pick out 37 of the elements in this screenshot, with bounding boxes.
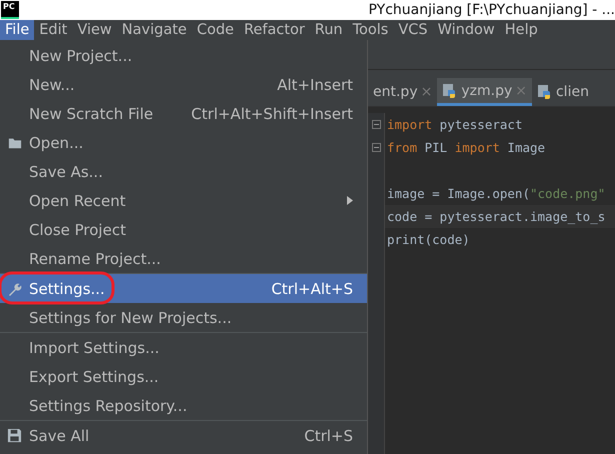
code-line: print(code) <box>386 231 471 249</box>
menu-item[interactable]: Settings for New Projects... <box>0 303 367 332</box>
code-line: from PIL import Image <box>385 136 615 159</box>
menu-bar-item[interactable]: View <box>72 20 117 40</box>
menu-item[interactable]: New Scratch File Ctrl+Alt+Shift+Insert <box>0 99 367 128</box>
menu-bar-item[interactable]: Window <box>432 20 500 40</box>
menu-item[interactable]: Save As... <box>0 157 367 186</box>
menu-bar-item[interactable]: Run <box>310 20 348 40</box>
editor-tab[interactable]: clien <box>532 78 594 106</box>
menu-bar-item[interactable]: Code <box>192 20 239 40</box>
menu-item[interactable]: Save All Ctrl+S <box>0 421 367 450</box>
menu-item[interactable]: New Project... <box>0 41 367 70</box>
folder-icon <box>6 136 22 150</box>
menu-item[interactable]: Settings Repository... <box>0 391 367 420</box>
menu-item[interactable]: Close Project <box>0 215 367 244</box>
editor-tab[interactable]: yzm.py × <box>437 78 532 106</box>
editor-tab[interactable]: ent.py × <box>368 78 438 106</box>
menu-bar-item[interactable]: File <box>0 20 34 40</box>
menu-item[interactable]: Export Settings... <box>0 362 367 391</box>
menu-bar-item[interactable]: Tools <box>348 20 394 40</box>
menu-item[interactable]: New... Alt+Insert <box>0 70 367 99</box>
menu-item[interactable]: Open Recent <box>0 186 367 215</box>
menu-bar-item[interactable]: Navigate <box>116 20 192 40</box>
menu-bar-item[interactable]: Help <box>500 20 543 40</box>
menu-item[interactable]: Open... <box>0 128 367 157</box>
menu-item[interactable]: Rename Project... <box>0 244 367 273</box>
code-line: import pytesseract <box>385 113 615 136</box>
menu-bar-item[interactable]: VCS <box>393 20 433 40</box>
menu-item[interactable]: Settings... Ctrl+Alt+S <box>0 274 367 303</box>
code-line: image = Image.open("code.png" <box>386 185 606 203</box>
floppy-icon <box>7 428 22 443</box>
window-title: PYchuanjiang [F:\PYchuanjiang] - ... <box>368 2 615 18</box>
menu-bar-item[interactable]: Edit <box>34 20 72 40</box>
app-logo: PC <box>1 1 19 19</box>
menu-bar-item[interactable]: Refactor <box>238 20 310 40</box>
menu-item[interactable]: Import Settings... <box>0 333 367 362</box>
wrench-icon <box>6 280 22 296</box>
